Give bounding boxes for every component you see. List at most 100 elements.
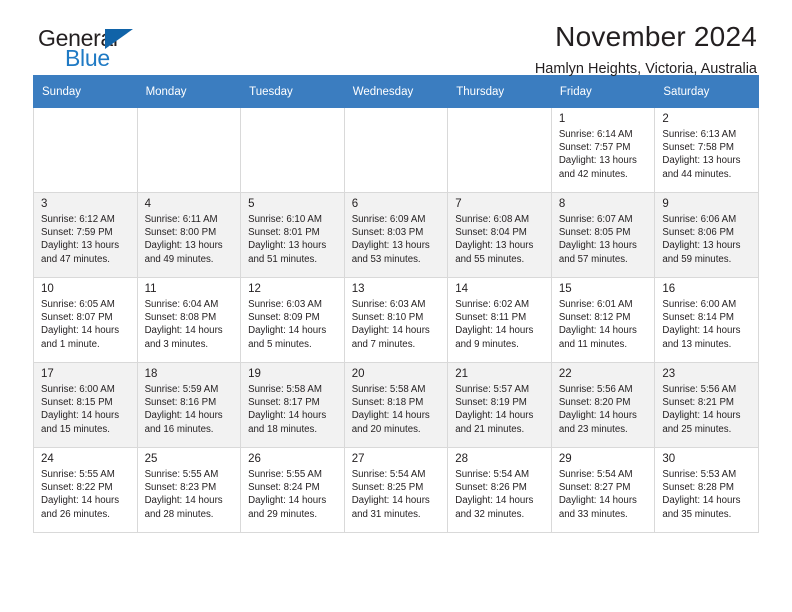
- sunrise-text: Sunrise: 5:58 AM: [351, 384, 426, 395]
- daylight-text: Daylight: 13 hours and 51 minutes.: [248, 240, 327, 265]
- sunrise-text: Sunrise: 6:01 AM: [558, 299, 633, 310]
- sunset-text: Sunset: 8:14 PM: [662, 312, 734, 324]
- calendar-week-row: 17 Sunrise: 6:00 AM Sunset: 8:15 PM Dayligh…: [33, 362, 759, 448]
- day-cell[interactable]: 6 Sunrise: 6:09 AM Sunset: 8:03 PM Daylight…: [343, 192, 449, 278]
- sunset-text: Sunset: 8:05 PM: [558, 227, 631, 239]
- day-cell[interactable]: 27 Sunrise: 5:54 AM Sunset: 8:25 PM Dayligh…: [343, 447, 449, 533]
- calendar-table: Sunday Monday Tuesday Wednesday Thursday…: [33, 75, 759, 533]
- day-number: 9: [662, 198, 669, 210]
- calendar-week-row: 3 Sunrise: 6:12 AM Sunset: 7:59 PM Daylight…: [33, 192, 759, 278]
- daylight-text: Daylight: 13 hours and 57 minutes.: [558, 240, 637, 265]
- daylight-text: Daylight: 14 hours and 16 minutes.: [144, 410, 223, 435]
- day-number: 28: [455, 453, 469, 465]
- sunset-text: Sunset: 8:16 PM: [144, 397, 217, 409]
- day-number: 5: [248, 198, 255, 210]
- weekday-header-thursday: Thursday: [447, 75, 552, 108]
- day-number: 20: [351, 368, 365, 380]
- sunrise-text: Sunrise: 6:12 AM: [41, 214, 115, 225]
- day-cell[interactable]: 9 Sunrise: 6:06 AM Sunset: 8:06 PM Daylight…: [654, 192, 759, 278]
- sunset-text: Sunset: 8:22 PM: [41, 482, 113, 494]
- daylight-text: Daylight: 13 hours and 42 minutes.: [558, 155, 637, 180]
- day-cell[interactable]: 22 Sunrise: 5:56 AM Sunset: 8:20 PM Dayligh…: [550, 362, 656, 448]
- day-number: 14: [455, 283, 469, 295]
- daylight-text: Daylight: 13 hours and 44 minutes.: [662, 155, 741, 180]
- page-header: General Blue November 2024 Hamlyn Height…: [33, 0, 759, 77]
- daylight-text: Daylight: 13 hours and 59 minutes.: [662, 240, 741, 265]
- day-number: 21: [455, 368, 469, 380]
- day-cell[interactable]: 3 Sunrise: 6:12 AM Sunset: 7:59 PM Daylight…: [33, 192, 138, 278]
- sunrise-text: Sunrise: 6:03 AM: [351, 299, 426, 310]
- day-cell[interactable]: 4 Sunrise: 6:11 AM Sunset: 8:00 PM Daylight…: [136, 192, 242, 278]
- day-cell[interactable]: 8 Sunrise: 6:07 AM Sunset: 8:05 PM Daylight…: [550, 192, 656, 278]
- weekday-header-friday: Friday: [550, 75, 656, 108]
- sunset-text: Sunset: 8:06 PM: [662, 227, 734, 239]
- day-number: 12: [248, 283, 261, 295]
- day-cell[interactable]: 14 Sunrise: 6:02 AM Sunset: 8:11 PM Dayligh…: [447, 277, 552, 363]
- day-cell[interactable]: 2 Sunrise: 6:13 AM Sunset: 7:58 PM Dayli…: [654, 107, 759, 193]
- day-cell[interactable]: 26 Sunrise: 5:55 AM Sunset: 8:24 PM Dayligh…: [240, 447, 345, 533]
- brand-logo[interactable]: General Blue: [38, 26, 158, 74]
- day-number: 16: [662, 283, 676, 295]
- day-cell[interactable]: 13 Sunrise: 6:03 AM Sunset: 8:10 PM Dayligh…: [343, 277, 449, 363]
- weekday-header-sunday: Sunday: [33, 75, 138, 108]
- day-cell[interactable]: 25 Sunrise: 5:55 AM Sunset: 8:23 PM Dayligh…: [136, 447, 242, 533]
- day-cell[interactable]: 20 Sunrise: 5:58 AM Sunset: 8:18 PM Dayligh…: [343, 362, 449, 448]
- day-number: 23: [662, 368, 676, 380]
- day-cell[interactable]: 7 Sunrise: 6:08 AM Sunset: 8:04 PM Daylight…: [447, 192, 552, 278]
- daylight-text: Daylight: 13 hours and 47 minutes.: [41, 240, 120, 265]
- day-cell[interactable]: 29 Sunrise: 5:54 AM Sunset: 8:27 PM Dayligh…: [550, 447, 656, 533]
- sunrise-text: Sunrise: 5:53 AM: [662, 469, 737, 480]
- sunset-text: Sunset: 8:15 PM: [41, 397, 113, 409]
- sunrise-text: Sunrise: 6:05 AM: [41, 299, 115, 310]
- day-cell[interactable]: 28 Sunrise: 5:54 AM Sunset: 8:26 PM Dayligh…: [447, 447, 552, 533]
- day-cell[interactable]: 5 Sunrise: 6:10 AM Sunset: 8:01 PM Daylight…: [240, 192, 345, 278]
- day-cell[interactable]: 11 Sunrise: 6:04 AM Sunset: 8:08 PM Dayligh…: [136, 277, 242, 363]
- day-cell[interactable]: 1 Sunrise: 6:14 AM Sunset: 7:57 PM Dayli…: [550, 107, 656, 193]
- daylight-text: Daylight: 14 hours and 1 minute.: [41, 325, 120, 350]
- day-cell[interactable]: 10 Sunrise: 6:05 AM Sunset: 8:07 PM Dayligh…: [33, 277, 138, 363]
- weekday-header-saturday: Saturday: [654, 75, 759, 108]
- calendar-week-row: 10 Sunrise: 6:05 AM Sunset: 8:07 PM Dayligh…: [33, 277, 759, 363]
- sunrise-text: Sunrise: 6:04 AM: [144, 299, 219, 310]
- daylight-text: Daylight: 14 hours and 29 minutes.: [248, 495, 327, 520]
- sunrise-text: Sunrise: 6:10 AM: [248, 214, 322, 225]
- day-cell[interactable]: 24 Sunrise: 5:55 AM Sunset: 8:22 PM Dayligh…: [33, 447, 138, 533]
- day-cell-empty: [240, 107, 345, 193]
- day-cell[interactable]: 16 Sunrise: 6:00 AM Sunset: 8:14 PM Dayligh…: [654, 277, 759, 363]
- day-number: 19: [248, 368, 261, 380]
- day-cell-empty: [33, 107, 138, 193]
- day-number: 6: [351, 198, 359, 210]
- calendar-page: General Blue November 2024 Hamlyn Height…: [0, 0, 792, 612]
- daylight-text: Daylight: 14 hours and 3 minutes.: [144, 325, 223, 350]
- sunset-text: Sunset: 7:59 PM: [41, 227, 113, 239]
- day-cell[interactable]: 23 Sunrise: 5:56 AM Sunset: 8:21 PM Dayligh…: [654, 362, 759, 448]
- day-number: 1: [558, 113, 566, 125]
- daylight-text: Daylight: 14 hours and 31 minutes.: [351, 495, 430, 520]
- title-block: November 2024 Hamlyn Heights, Victoria, …: [535, 20, 757, 79]
- sunrise-text: Sunrise: 6:00 AM: [41, 384, 115, 395]
- sunrise-text: Sunrise: 5:59 AM: [144, 384, 219, 395]
- day-cell[interactable]: 30 Sunrise: 5:53 AM Sunset: 8:28 PM Dayligh…: [654, 447, 759, 533]
- day-number: 4: [144, 198, 151, 210]
- day-cell[interactable]: 21 Sunrise: 5:57 AM Sunset: 8:19 PM Dayligh…: [447, 362, 552, 448]
- day-number: 30: [662, 453, 676, 465]
- day-cell[interactable]: 12 Sunrise: 6:03 AM Sunset: 8:09 PM Dayligh…: [240, 277, 345, 363]
- sunrise-text: Sunrise: 5:55 AM: [41, 469, 115, 480]
- daylight-text: Daylight: 13 hours and 53 minutes.: [351, 240, 430, 265]
- sunrise-text: Sunrise: 6:00 AM: [662, 299, 737, 310]
- sunset-text: Sunset: 8:25 PM: [351, 482, 424, 494]
- sunrise-text: Sunrise: 5:54 AM: [351, 469, 426, 480]
- sunset-text: Sunset: 8:00 PM: [144, 227, 217, 239]
- day-number: 13: [351, 283, 365, 295]
- day-cell[interactable]: 18 Sunrise: 5:59 AM Sunset: 8:16 PM Dayligh…: [136, 362, 242, 448]
- calendar-body: 1 Sunrise: 6:14 AM Sunset: 7:57 PM Dayli…: [33, 107, 759, 533]
- daylight-text: Daylight: 14 hours and 11 minutes.: [558, 325, 637, 350]
- day-cell[interactable]: 15 Sunrise: 6:01 AM Sunset: 8:12 PM Dayligh…: [550, 277, 656, 363]
- day-cell[interactable]: 17 Sunrise: 6:00 AM Sunset: 8:15 PM Dayligh…: [33, 362, 138, 448]
- sunset-text: Sunset: 8:17 PM: [248, 397, 320, 409]
- calendar-week-row: 1 Sunrise: 6:14 AM Sunset: 7:57 PM Dayli…: [33, 107, 759, 193]
- page-title: November 2024: [555, 21, 757, 52]
- day-cell[interactable]: 19 Sunrise: 5:58 AM Sunset: 8:17 PM Dayligh…: [240, 362, 345, 448]
- day-number: 3: [41, 198, 48, 210]
- sunrise-text: Sunrise: 6:03 AM: [248, 299, 322, 310]
